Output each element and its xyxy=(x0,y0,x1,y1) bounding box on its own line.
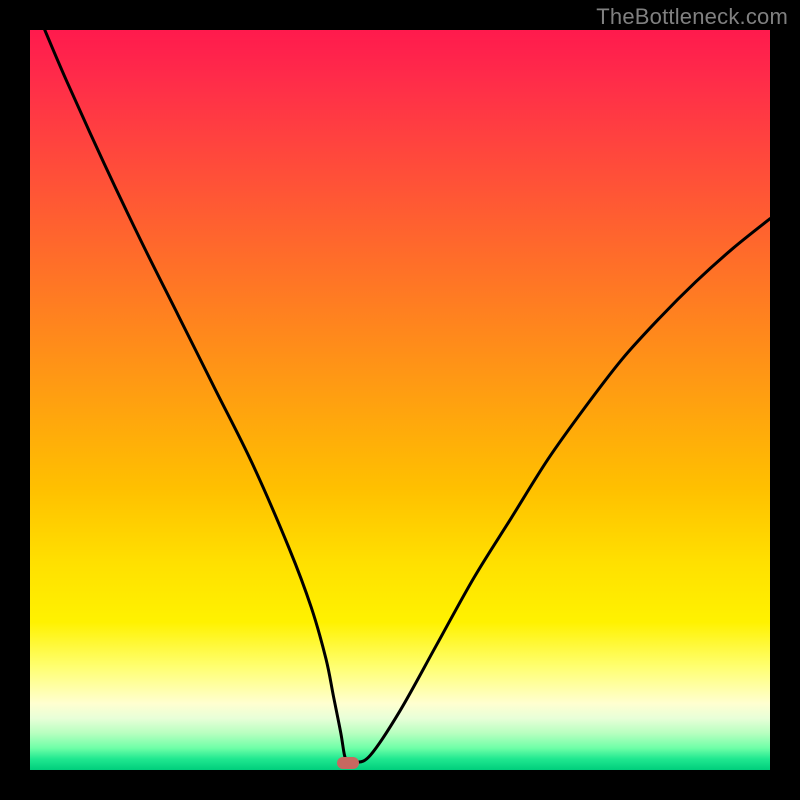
plot-area xyxy=(30,30,770,770)
chart-frame: TheBottleneck.com xyxy=(0,0,800,800)
optimum-marker xyxy=(337,757,359,769)
curve-svg xyxy=(30,30,770,770)
watermark-text: TheBottleneck.com xyxy=(596,4,788,30)
bottleneck-curve xyxy=(45,30,770,764)
